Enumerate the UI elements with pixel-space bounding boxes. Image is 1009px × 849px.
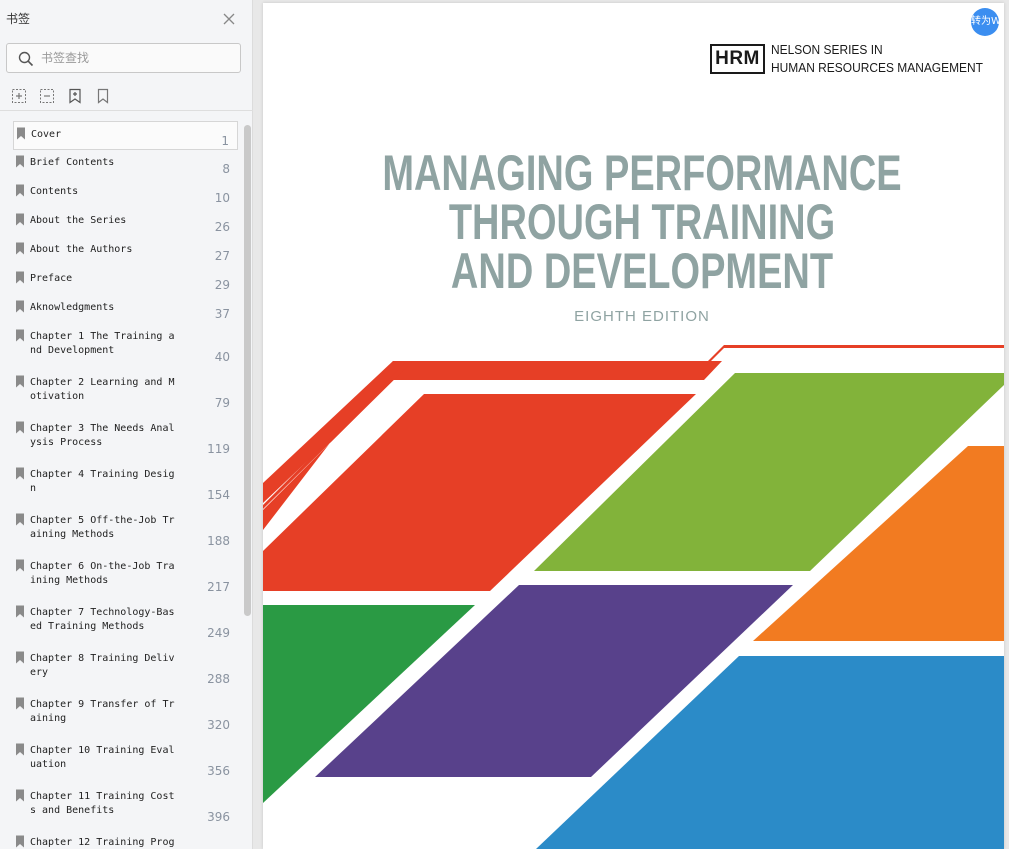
bookmark-flag-icon	[16, 743, 24, 756]
bookmark-page-number: 8	[222, 162, 230, 176]
search-input[interactable]	[41, 49, 231, 67]
bookmark-flag-icon	[16, 789, 24, 802]
bookmark-flag-icon	[16, 697, 24, 710]
bookmark-flag-icon	[16, 375, 24, 388]
bookmark-item[interactable]: Cover 1	[13, 121, 238, 150]
book-title-line3: AND DEVELOPMENT	[450, 243, 834, 299]
document-page: HRM NELSON SERIES IN HUMAN RESOURCES MAN…	[263, 3, 1004, 849]
bookmark-label: Chapter 8 Training Delivery	[30, 653, 175, 678]
bookmark-page-number: 356	[207, 764, 230, 778]
divider	[0, 110, 253, 111]
edition-label: EIGHTH EDITION	[574, 308, 710, 325]
bookmark-label: Brief Contents	[30, 157, 115, 168]
hrm-logo: HRM	[710, 44, 765, 74]
bookmark-page-number: 29	[214, 278, 230, 292]
bookmark-label: Aknowledgments	[30, 302, 115, 313]
bookmark-flag-icon	[16, 242, 24, 255]
bookmark-item[interactable]: Chapter 6 On-the-Job Training Methods 217	[13, 554, 238, 600]
bookmark-item[interactable]: Chapter 9 Transfer of Training 320	[13, 692, 238, 738]
convert-to-word-button[interactable]: 转为W	[971, 8, 999, 36]
book-title-line2: THROUGH TRAINING	[448, 194, 836, 250]
bookmark-label: Chapter 7 Technology-Based Training Meth…	[30, 607, 175, 632]
bookmark-flag-icon	[16, 421, 24, 434]
bookmark-item[interactable]: About the Authors 27	[13, 237, 238, 266]
bookmark-page-number: 396	[207, 810, 230, 824]
expand-all-icon[interactable]	[11, 88, 27, 104]
close-icon[interactable]	[221, 11, 237, 27]
scrollbar-thumb[interactable]	[244, 125, 251, 616]
bookmark-flag-icon	[16, 271, 24, 284]
bookmark-page-number: 249	[207, 626, 230, 640]
bookmark-page-number: 79	[214, 396, 230, 410]
bookmark-item[interactable]: Brief Contents 8	[13, 150, 238, 179]
bookmark-label: Cover	[31, 129, 62, 140]
bookmark-label: Chapter 10 Training Evaluation	[30, 745, 175, 770]
bookmark-flag-icon	[16, 835, 24, 848]
bookmark-page-number: 188	[207, 534, 230, 548]
bookmark-item[interactable]: Chapter 3 The Needs Analysis Process 119	[13, 416, 238, 462]
bookmark-page-number: 40	[214, 350, 230, 364]
bookmark-item[interactable]: Preface 29	[13, 266, 238, 295]
bookmark-item[interactable]: Chapter 11 Training Costs and Benefits 39…	[13, 784, 238, 830]
bookmark-item[interactable]: Contents 10	[13, 179, 238, 208]
bookmark-page-number: 26	[214, 220, 230, 234]
bookmark-page-number: 288	[207, 672, 230, 686]
series-name-line2: HUMAN RESOURCES MANAGEMENT	[771, 60, 983, 75]
bookmark-label: Contents	[30, 186, 79, 197]
bookmark-page-number: 119	[207, 442, 230, 456]
bookmark-flag-icon	[16, 155, 24, 168]
cover-artwork	[263, 345, 1004, 849]
bookmark-item[interactable]: Chapter 2 Learning and Motivation 79	[13, 370, 238, 416]
bookmark-label: Chapter 9 Transfer of Training	[30, 699, 175, 724]
bookmark-flag-icon	[16, 513, 24, 526]
bookmark-label: Preface	[30, 273, 73, 284]
bookmark-item[interactable]: Chapter 1 The Training and Development 40	[13, 324, 238, 370]
bookmark-label: Chapter 2 Learning and Motivation	[30, 377, 175, 402]
bookmark-item[interactable]: About the Series 26	[13, 208, 238, 237]
bookmark-flag-icon	[16, 300, 24, 313]
bookmark-panel: 书签 Cover 1 Brief Contents 8 Contents 10 About …	[0, 0, 253, 849]
bookmark-item[interactable]: Chapter 8 Training Delivery 288	[13, 646, 238, 692]
bookmark-page-number: 10	[214, 191, 230, 205]
bookmark-list: Cover 1 Brief Contents 8 Contents 10 About the…	[0, 121, 240, 849]
bookmark-flag-icon	[16, 467, 24, 480]
bookmark-item[interactable]: Chapter 5 Off-the-Job Training Methods 18…	[13, 508, 238, 554]
series-name-line1: NELSON SERIES IN	[771, 42, 883, 57]
bookmark-page-number: 154	[207, 488, 230, 502]
bookmark-flag-icon	[16, 651, 24, 664]
bookmark-flag-icon	[16, 213, 24, 226]
bookmark-flag-icon	[16, 329, 24, 342]
bookmark-item[interactable]: Aknowledgments 37	[13, 295, 238, 324]
bookmark-item[interactable]: Chapter 12 Training Prog	[13, 830, 238, 849]
bookmark-page-number: 1	[221, 134, 229, 148]
bookmark-icon[interactable]	[95, 88, 111, 104]
bookmark-label: Chapter 6 On-the-Job Training Methods	[30, 561, 175, 586]
bookmark-label: Chapter 12 Training Prog	[30, 837, 175, 848]
search-icon	[18, 51, 34, 67]
bookmark-item[interactable]: Chapter 4 Training Design 154	[13, 462, 238, 508]
collapse-all-icon[interactable]	[39, 88, 55, 104]
bookmark-page-number: 27	[214, 249, 230, 263]
bookmark-page-number: 217	[207, 580, 230, 594]
bookmark-search-field[interactable]	[6, 43, 241, 73]
bookmark-flag-icon	[17, 127, 25, 140]
bookmark-item[interactable]: Chapter 10 Training Evaluation 356	[13, 738, 238, 784]
panel-title: 书签	[6, 12, 31, 26]
bookmark-item[interactable]: Chapter 7 Technology-Based Training Meth…	[13, 600, 238, 646]
bookmark-flag-icon	[16, 559, 24, 572]
bookmark-label: About the Authors	[30, 244, 133, 255]
bookmark-label: Chapter 11 Training Costs and Benefits	[30, 791, 175, 816]
bookmark-page-number: 320	[207, 718, 230, 732]
bookmark-page-number: 37	[214, 307, 230, 321]
bookmark-flag-icon	[16, 605, 24, 618]
bookmark-label: About the Series	[30, 215, 127, 226]
add-bookmark-icon[interactable]	[67, 88, 83, 104]
bookmark-label: Chapter 4 Training Design	[30, 469, 175, 494]
bookmark-label: Chapter 5 Off-the-Job Training Methods	[30, 515, 175, 540]
bookmark-flag-icon	[16, 184, 24, 197]
bookmark-label: Chapter 1 The Training and Development	[30, 331, 175, 356]
bookmark-label: Chapter 3 The Needs Analysis Process	[30, 423, 175, 448]
book-title-line1: MANAGING PERFORMANCE	[382, 145, 902, 201]
